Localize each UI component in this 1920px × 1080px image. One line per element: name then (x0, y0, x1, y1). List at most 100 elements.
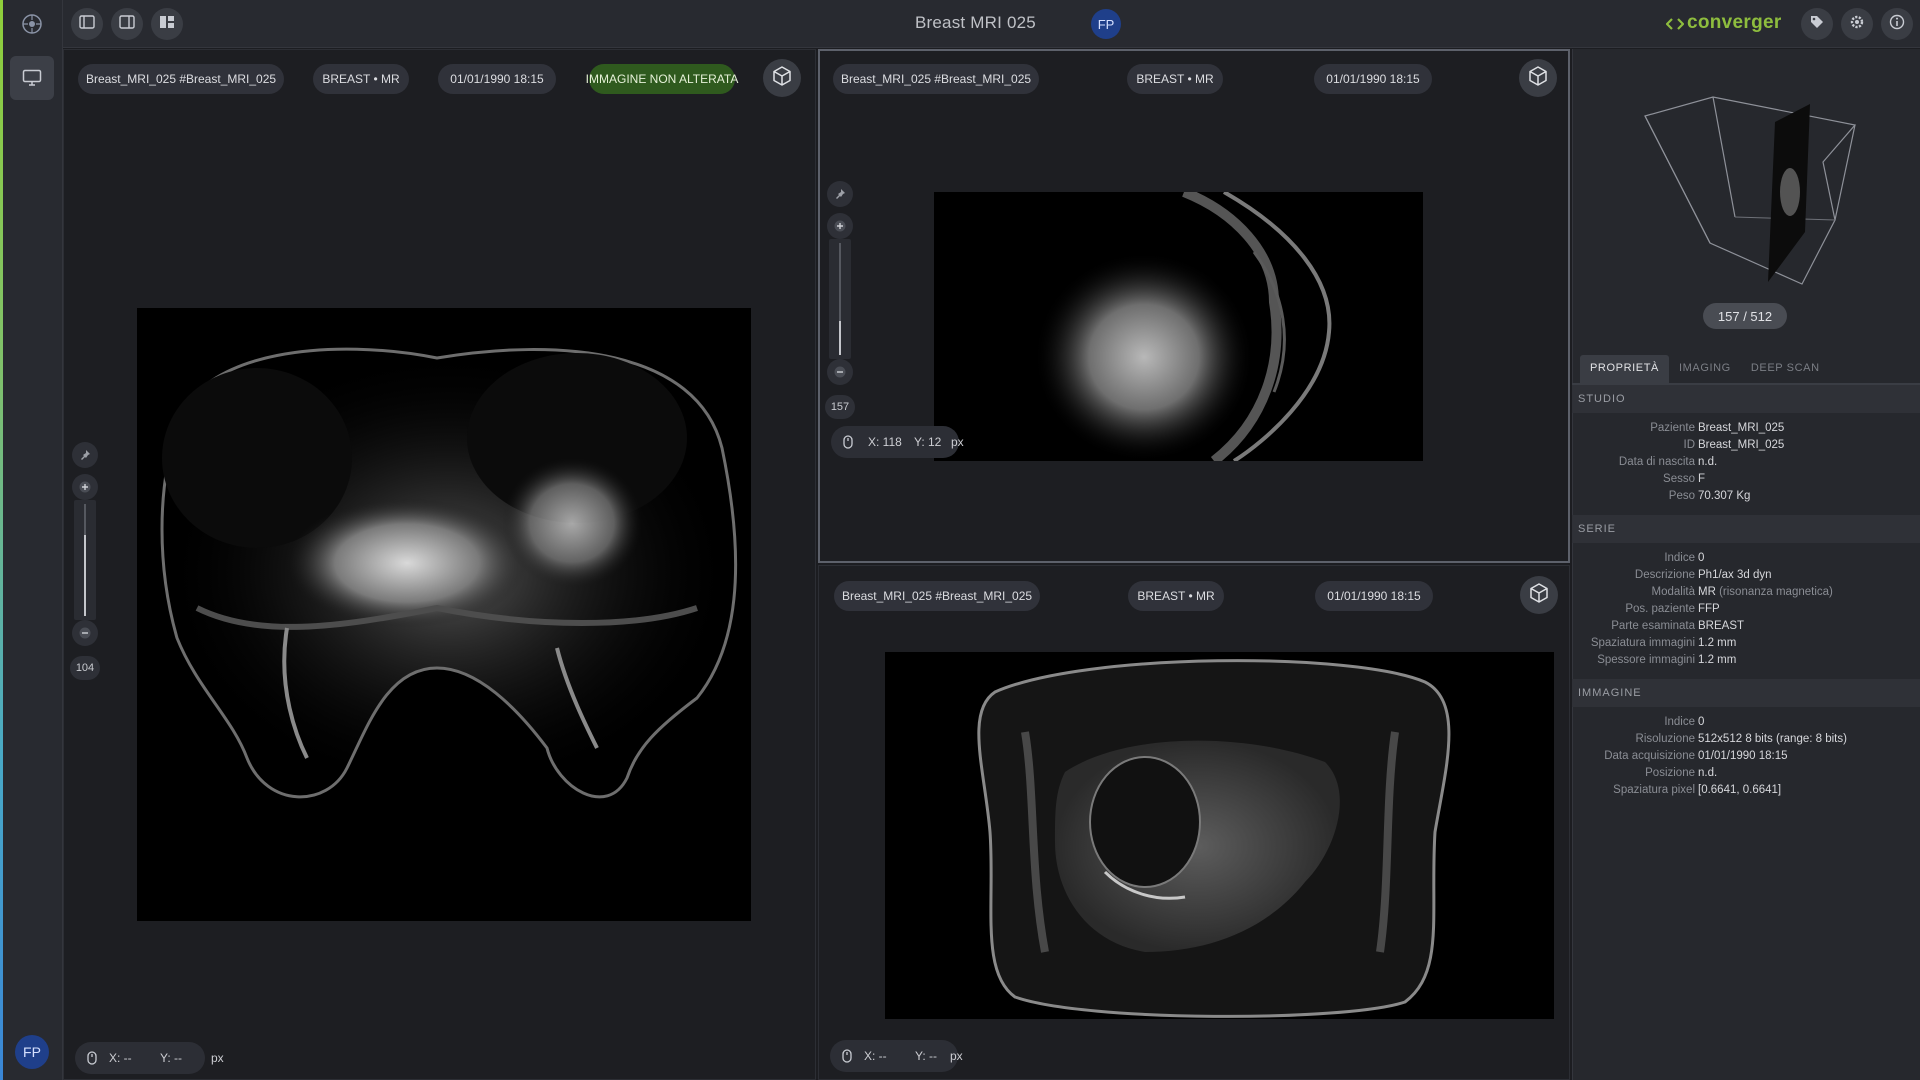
slice-value: 104 (70, 656, 100, 680)
property-row: ID Breast_MRI_025 (1572, 439, 1920, 456)
property-row: Data di nascita n.d. (1572, 456, 1920, 473)
plus-icon[interactable] (72, 474, 98, 500)
property-key: Paziente (1650, 422, 1695, 434)
tab-imaging[interactable]: IMAGING (1669, 355, 1741, 383)
coronal-mri-image[interactable] (885, 652, 1554, 1019)
pin-icon[interactable] (827, 181, 853, 207)
settings-button[interactable] (1841, 8, 1873, 40)
tag-icon (1809, 14, 1825, 35)
brand-logo: converger (1687, 12, 1782, 33)
coord-x: X: 118 (868, 435, 902, 449)
property-value: Ph1/ax 3d dyn (1698, 569, 1772, 581)
property-value-text: 1.2 mm (1698, 654, 1737, 666)
property-row: Spaziatura immagini 1.2 mm (1572, 637, 1920, 654)
volume-preview[interactable] (1640, 92, 1860, 302)
coord-y: Y: 12 (914, 435, 942, 449)
property-value-text: Breast_MRI_025 (1698, 439, 1785, 451)
property-value: 1.2 mm (1698, 654, 1736, 666)
property-value-text: BREAST (1698, 620, 1745, 632)
modality-pill: BREAST • MR (313, 64, 409, 94)
property-key: Spaziatura pixel (1613, 784, 1695, 796)
property-key: Peso (1668, 490, 1695, 502)
brand-mark-icon (1665, 17, 1685, 36)
property-value: 1.2 mm (1698, 637, 1736, 649)
layout-two-button[interactable] (111, 8, 143, 40)
property-key: Descrizione (1634, 569, 1695, 581)
property-value: 01/01/1990 18:15 (1698, 750, 1788, 762)
mouse-icon (842, 1049, 852, 1066)
title-avatar[interactable]: FP (1091, 9, 1121, 39)
sagittal-mri-image[interactable] (934, 192, 1423, 461)
monitor-icon[interactable] (10, 56, 54, 100)
modality-pill: BREAST • MR (1128, 581, 1224, 611)
property-value-text: F (1698, 473, 1706, 485)
3d-view-button[interactable] (1519, 59, 1557, 97)
coord-unit: px (950, 1049, 963, 1063)
layout-grid-button[interactable] (151, 8, 183, 40)
property-value-text: Breast_MRI_025 (1698, 422, 1785, 434)
layout-single-button[interactable] (71, 8, 103, 40)
series-label-pill: Breast_MRI_025 #Breast_MRI_025 (78, 64, 284, 94)
mouse-icon (843, 435, 853, 452)
viewport-main[interactable]: Breast_MRI_025 #Breast_MRI_025 BREAST • … (63, 49, 816, 1080)
property-row: Pos. paziente FFP (1572, 603, 1920, 620)
series-label-pill: Breast_MRI_025 #Breast_MRI_025 (833, 64, 1039, 94)
coord-x: X: -- (109, 1051, 132, 1065)
datetime-pill: 01/01/1990 18:15 (1314, 64, 1432, 94)
slice-track[interactable] (829, 239, 851, 359)
cube-icon (771, 65, 793, 92)
user-avatar[interactable]: FP (15, 1035, 49, 1069)
viewport-top-right[interactable]: Breast_MRI_025 #Breast_MRI_025 BREAST • … (818, 49, 1570, 563)
info-button[interactable] (1881, 8, 1913, 40)
property-value: 0 (1698, 552, 1704, 564)
pin-icon[interactable] (72, 442, 98, 468)
property-value-text: MR (1698, 586, 1716, 598)
plus-icon[interactable] (827, 213, 853, 239)
cube-icon (1527, 65, 1549, 92)
property-value-text: 512x512 8 bits (range: 8 bits) (1698, 733, 1847, 745)
property-value-text: 0 (1698, 716, 1705, 728)
slice-track-fill (84, 535, 86, 616)
3d-view-button[interactable] (1520, 576, 1558, 614)
slice-track[interactable] (74, 500, 96, 620)
3d-view-button[interactable] (763, 59, 801, 97)
property-value: FFP (1698, 603, 1720, 615)
panel-tabs: PROPRIETÀ IMAGING DEEP SCAN (1580, 355, 1830, 383)
layout-grid-icon (159, 15, 175, 34)
property-note: (risonanza magnetica) (1715, 586, 1833, 598)
top-bar: Breast MRI 025 FP converger (63, 0, 1920, 48)
property-row: Posizione n.d. (1572, 767, 1920, 784)
minus-icon[interactable] (72, 620, 98, 646)
property-key: Parte esaminata (1611, 620, 1695, 632)
property-value: [0.6641, 0.6641] (1698, 784, 1781, 796)
coords-bar-bottom-right: X: -- Y: -- px (830, 1040, 963, 1072)
slice-slider-top-right[interactable]: 157 (825, 181, 855, 419)
property-row: Peso 70.307 Kg (1572, 490, 1920, 507)
layout-two-icon (119, 14, 135, 34)
tag-button[interactable] (1801, 8, 1833, 40)
minus-icon[interactable] (827, 359, 853, 385)
coords-bar-main: X: -- Y: -- px (75, 1042, 224, 1074)
property-row: Parte esaminata BREAST (1572, 620, 1920, 637)
property-key: Posizione (1645, 767, 1695, 779)
axial-mri-image[interactable] (137, 308, 751, 921)
app-title: Breast MRI 025 (915, 13, 1036, 32)
property-value: F (1698, 473, 1705, 485)
coord-unit: px (211, 1051, 224, 1065)
property-value-text: FFP (1698, 603, 1720, 615)
property-value: MR (risonanza magnetica) (1698, 586, 1833, 598)
property-row: Indice 0 (1572, 552, 1920, 569)
property-key: Indice (1664, 552, 1695, 564)
property-row: Spaziatura pixel [0.6641, 0.6641] (1572, 784, 1920, 801)
property-key: ID (1683, 439, 1696, 451)
section-series-header: SERIE (1572, 515, 1920, 543)
property-value-text: 70.307 Kg (1698, 490, 1751, 502)
slice-slider-main[interactable]: 104 (70, 442, 100, 680)
property-value-text: n.d. (1698, 456, 1718, 468)
tab-deep-scan[interactable]: DEEP SCAN (1741, 355, 1830, 383)
viewport-bottom-right[interactable]: Breast_MRI_025 #Breast_MRI_025 BREAST • … (818, 565, 1570, 1080)
slice-track-fill (839, 321, 841, 355)
property-row: Spessore immagini 1.2 mm (1572, 654, 1920, 671)
property-value-text: 1.2 mm (1698, 637, 1737, 649)
tab-properties[interactable]: PROPRIETÀ (1580, 355, 1669, 383)
